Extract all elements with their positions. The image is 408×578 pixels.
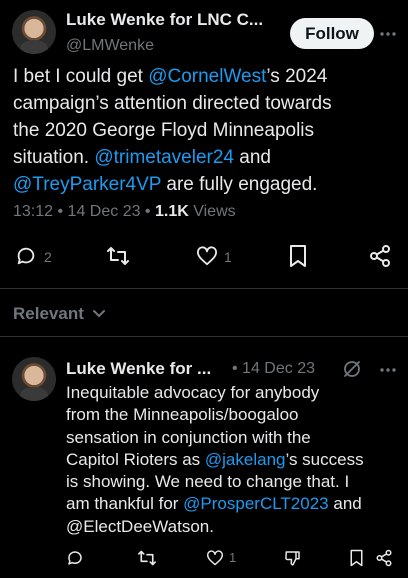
reply-text-segment: am thankful for: [66, 494, 184, 514]
mention-link[interactable]: @ProsperCLT2023: [183, 494, 328, 513]
sort-dropdown[interactable]: Relevant: [13, 304, 106, 324]
retweet-icon[interactable]: [137, 549, 157, 567]
mention-link[interactable]: @TreyParker4VP: [13, 174, 161, 195]
reply-text-line: Inequitable advocacy for anybody: [66, 383, 320, 402]
reply-date-text: 14 Dec 23: [242, 360, 315, 377]
reply-icon[interactable]: [15, 245, 37, 267]
like-count: 1: [224, 249, 232, 265]
meta-separator: •: [140, 203, 155, 220]
reply-avatar[interactable]: [12, 357, 56, 401]
tweet-text-segment: situation.: [13, 147, 95, 168]
share-icon[interactable]: [368, 244, 392, 268]
reply-text: Inequitable advocacy for anybody from th…: [66, 382, 404, 538]
reply-text-line: sensation in conjunction with the: [66, 427, 311, 447]
tweet-text-line: the 2020 George Floyd Minneapolis: [13, 120, 315, 141]
more-icon[interactable]: [378, 360, 398, 380]
divider: [0, 336, 408, 337]
views-count: 1.1K: [154, 203, 189, 220]
reply-text-segment: ’s success: [285, 449, 364, 469]
mention-link[interactable]: @trimetaveler24: [94, 147, 234, 168]
retweet-icon[interactable]: [106, 245, 130, 267]
grok-icon[interactable]: [342, 359, 362, 379]
avatar[interactable]: [12, 10, 56, 54]
reply-text-segment: and: [328, 494, 362, 514]
share-icon[interactable]: [375, 549, 393, 567]
reply-date[interactable]: • 14 Dec 23: [232, 360, 315, 378]
reply-icon[interactable]: [66, 549, 84, 567]
reply-text-line: is showing. We need to change that. I: [66, 472, 350, 492]
tweet-meta: 13:12 • 14 Dec 23 • 1.1K Views: [13, 203, 236, 221]
like-icon[interactable]: [206, 550, 224, 566]
sort-label: Relevant: [13, 304, 84, 323]
follow-button[interactable]: Follow: [290, 18, 374, 49]
tweet-text-segment: and: [234, 147, 271, 168]
mention-link[interactable]: @jakelang: [205, 450, 286, 469]
tweet-time[interactable]: 13:12: [13, 203, 53, 220]
author-name[interactable]: Luke Wenke for LNC C...: [66, 10, 281, 30]
tweet-text: I bet I could get @CornelWest’s 2024 cam…: [13, 63, 403, 198]
reply-text-segment: Capitol Rioters as: [66, 449, 205, 469]
author-handle[interactable]: @LMWenke: [66, 37, 154, 55]
meta-separator: •: [53, 203, 68, 220]
meta-separator: •: [232, 360, 243, 377]
views-label: Views: [188, 203, 236, 220]
tweet-date[interactable]: 14 Dec 23: [68, 203, 141, 220]
like-icon[interactable]: [196, 246, 218, 266]
reply-text-line: from the Minneapolis/boogaloo: [66, 405, 299, 425]
tweet-text-segment: ’s 2024: [266, 66, 328, 87]
reply-text-line: @ElectDeeWatson.: [66, 516, 214, 536]
tweet-text-line: campaign’s attention directed towards: [13, 93, 332, 114]
chevron-down-icon: [92, 309, 106, 319]
downvote-icon[interactable]: [284, 549, 302, 567]
bookmark-icon[interactable]: [349, 549, 364, 567]
tweet-text-segment: are fully engaged.: [161, 174, 318, 195]
reply-like-count: 1: [229, 550, 237, 565]
reply-count: 2: [44, 249, 52, 265]
bookmark-icon[interactable]: [288, 244, 308, 268]
more-icon[interactable]: [378, 24, 398, 44]
reply-author-name[interactable]: Luke Wenke for ...: [66, 359, 226, 379]
tweet-text-segment: I bet I could get: [13, 66, 149, 87]
mention-link[interactable]: @CornelWest: [148, 66, 266, 87]
divider: [0, 288, 408, 289]
